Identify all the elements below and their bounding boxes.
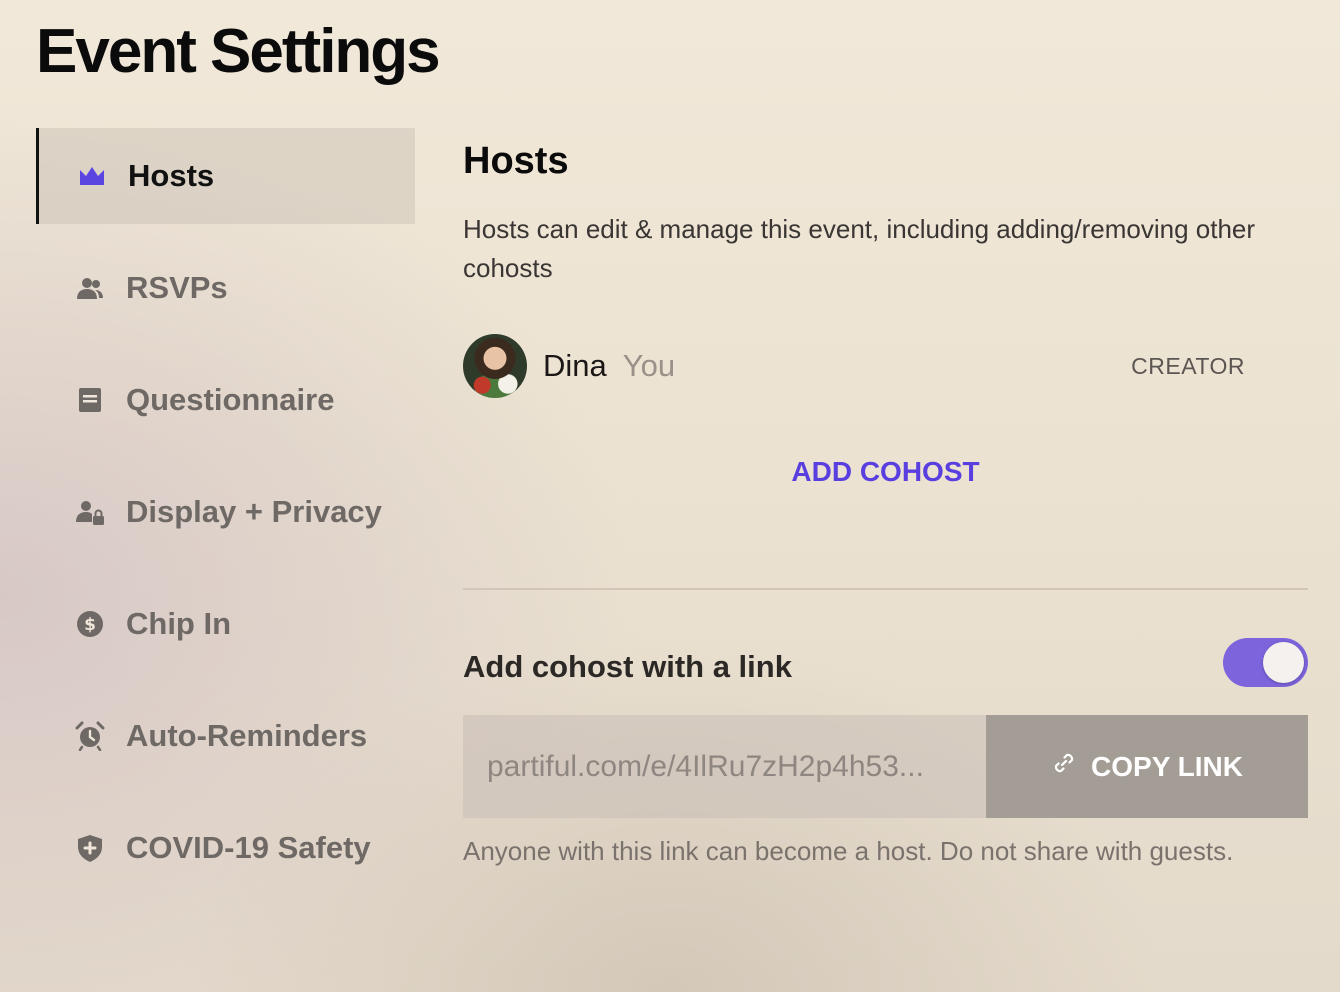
- alarm-clock-icon: [74, 720, 106, 752]
- sidebar-item-label: Auto-Reminders: [126, 718, 368, 753]
- sidebar-item-questionnaire[interactable]: Questionnaire: [36, 352, 415, 448]
- host-role-badge: CREATOR: [1131, 352, 1245, 379]
- dollar-icon: $: [74, 608, 106, 640]
- host-row: Dina You CREATOR: [463, 334, 1245, 398]
- crown-icon: [76, 160, 108, 192]
- sidebar-item-hosts[interactable]: Hosts: [36, 128, 415, 224]
- add-cohost-button[interactable]: ADD COHOST: [463, 456, 1308, 488]
- link-warning-note: Anyone with this link can become a host.…: [463, 836, 1234, 866]
- user-lock-icon: [74, 496, 106, 528]
- sidebar-item-chip-in[interactable]: $ Chip In: [36, 576, 415, 672]
- copy-link-button[interactable]: COPY LINK: [986, 715, 1308, 818]
- avatar: [463, 334, 527, 398]
- toggle-knob: [1263, 642, 1304, 683]
- divider: [463, 588, 1308, 590]
- page-title: Event Settings: [36, 17, 441, 86]
- link-section-title: Add cohost with a link: [463, 649, 792, 684]
- sidebar-item-label: Questionnaire: [126, 382, 335, 417]
- sidebar-item-label: Hosts: [128, 158, 215, 193]
- sidebar-item-auto-reminders[interactable]: Auto-Reminders: [36, 688, 415, 784]
- cohost-link-field[interactable]: [463, 715, 986, 818]
- host-you-label: You: [622, 348, 676, 383]
- section-description: Hosts can edit & manage this event, incl…: [463, 214, 1256, 283]
- section-title: Hosts: [463, 140, 569, 182]
- sidebar-item-rsvps[interactable]: RSVPs: [36, 240, 415, 336]
- shield-plus-icon: [74, 832, 106, 864]
- cohost-link-row: COPY LINK: [463, 715, 1308, 818]
- cohost-link-toggle[interactable]: [1223, 638, 1308, 687]
- people-icon: [74, 272, 106, 304]
- form-icon: [74, 384, 106, 416]
- sidebar-item-label: RSVPs: [126, 270, 228, 305]
- copy-link-label: COPY LINK: [1091, 750, 1243, 782]
- sidebar-item-label: COVID-19 Safety: [126, 830, 371, 865]
- link-icon: [1051, 750, 1077, 783]
- sidebar-item-covid-safety[interactable]: COVID-19 Safety: [36, 800, 415, 896]
- sidebar-item-label: Chip In: [126, 606, 232, 641]
- svg-text:$: $: [84, 615, 96, 635]
- host-name: Dina: [543, 348, 607, 383]
- sidebar-item-label: Display + Privacy: [126, 494, 382, 529]
- sidebar-item-display-privacy[interactable]: Display + Privacy: [36, 464, 415, 560]
- settings-sidebar: Hosts RSVPs Questionnaire Display + Priv…: [36, 128, 415, 912]
